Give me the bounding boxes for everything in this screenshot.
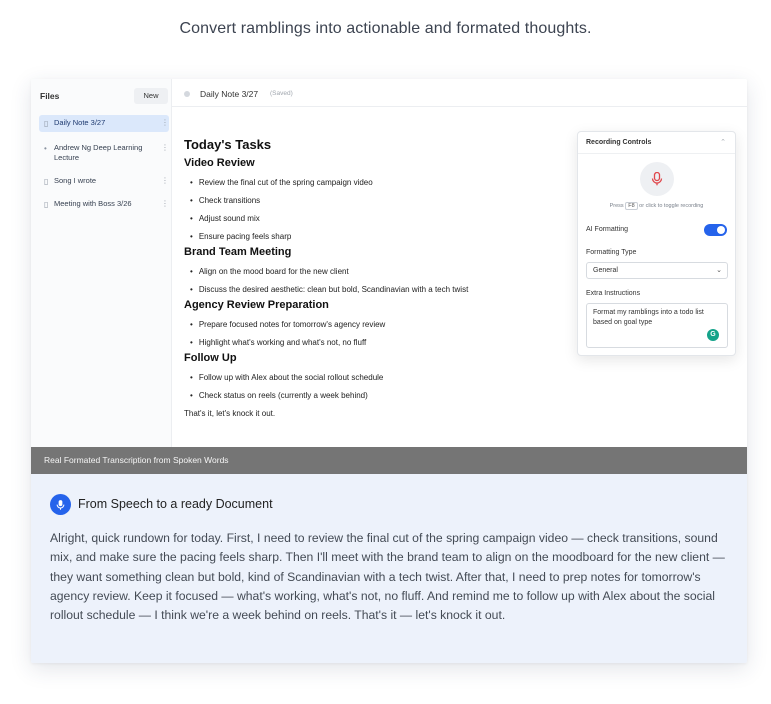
section-heading: Follow Up — [184, 352, 237, 364]
record-hint: Press F8 or click to toggle recording — [609, 202, 704, 210]
editor-tab-bar: Daily Note 3/27 (Saved) — [172, 79, 747, 107]
recording-controls-panel: Recording Controls ⌃ Press F8 or click t… — [577, 131, 736, 356]
files-heading: Files — [40, 91, 60, 101]
formatting-type-select[interactable]: General ⌄ — [586, 262, 728, 279]
list-item: Check transitions — [184, 192, 584, 210]
document-icon: ▯ — [44, 200, 49, 209]
file-label: Andrew Ng Deep Learning Lecture — [54, 143, 143, 162]
tab-daily-note[interactable]: Daily Note 3/27 — [200, 89, 258, 99]
chevron-down-icon: ⌄ — [716, 267, 722, 274]
list-item: Follow up with Alex about the social rol… — [184, 369, 584, 387]
list-item: Review the final cut of the spring campa… — [184, 174, 584, 192]
file-label: Song I wrote — [54, 176, 97, 185]
shortcut-key: F8 — [625, 202, 638, 210]
list-item: Ensure pacing feels sharp — [184, 228, 584, 246]
tab-status-dot — [184, 91, 190, 97]
section-heading: Video Review — [184, 157, 255, 169]
app-window: Files New ▯ Daily Note 3/27 ⋮ • Andrew N… — [31, 79, 747, 447]
document-body[interactable]: Today's Tasks Video Review Review the fi… — [184, 137, 584, 421]
section-heading: Agency Review Preparation — [184, 299, 329, 311]
files-sidebar: Files New ▯ Daily Note 3/27 ⋮ • Andrew N… — [31, 79, 172, 447]
transcript-section: From Speech to a ready Document Alright,… — [31, 474, 747, 663]
formatting-type-label: Formatting Type — [586, 249, 637, 256]
dot-icon: • — [44, 144, 47, 153]
file-label: Meeting with Boss 3/26 — [54, 199, 132, 208]
file-label: Daily Note 3/27 — [54, 118, 106, 127]
demo-card: Files New ▯ Daily Note 3/27 ⋮ • Andrew N… — [31, 79, 747, 663]
record-button[interactable] — [640, 162, 674, 196]
ai-formatting-toggle[interactable] — [704, 224, 727, 236]
more-options-icon[interactable]: ⋮ — [161, 176, 169, 186]
list-item: Prepare focused notes for tomorrow's age… — [184, 316, 584, 334]
list-item: Discuss the desired aesthetic: clean but… — [184, 281, 584, 299]
save-status: (Saved) — [270, 90, 293, 97]
formatting-type-value: General — [593, 267, 618, 274]
file-item-meeting-with-boss[interactable]: ▯ Meeting with Boss 3/26 ⋮ — [39, 199, 169, 210]
transcript-body: Alright, quick rundown for today. First,… — [50, 531, 725, 623]
recording-controls-header[interactable]: Recording Controls ⌃ — [578, 132, 735, 154]
grammarly-icon[interactable]: G — [707, 329, 719, 341]
file-item-song[interactable]: ▯ Song I wrote ⋮ — [39, 176, 169, 187]
list-item: Check status on reels (currently a week … — [184, 387, 584, 405]
page-headline: Convert ramblings into actionable and fo… — [179, 20, 592, 37]
more-options-icon[interactable]: ⋮ — [161, 118, 169, 128]
list-item: Align on the mood board for the new clie… — [184, 263, 584, 281]
more-options-icon[interactable]: ⋮ — [161, 143, 169, 153]
doc-closing-line: That's it, let's knock it out. — [184, 409, 276, 418]
microphone-icon — [56, 499, 65, 510]
list-item: Highlight what's working and what's not,… — [184, 334, 584, 352]
extra-instructions-label: Extra Instructions — [586, 290, 641, 297]
transcript-title: From Speech to a ready Document — [78, 497, 273, 511]
doc-title: Today's Tasks — [184, 137, 272, 152]
more-options-icon[interactable]: ⋮ — [161, 199, 169, 209]
new-file-button[interactable]: New — [134, 88, 168, 104]
extra-instructions-text: Format my ramblings into a todo list bas… — [593, 309, 704, 326]
file-item-andrew-ng-lecture[interactable]: • Andrew Ng Deep Learning Lecture ⋮ — [39, 143, 169, 163]
extra-instructions-textarea[interactable]: Format my ramblings into a todo list bas… — [586, 303, 728, 348]
document-icon: ▯ — [44, 119, 49, 128]
recording-controls-title: Recording Controls — [586, 139, 652, 146]
microphone-icon — [651, 172, 663, 186]
section-heading: Brand Team Meeting — [184, 246, 292, 258]
collapse-chevron-icon[interactable]: ⌃ — [720, 138, 726, 146]
transcript-mic-badge — [50, 494, 71, 515]
caption-bar: Real Formated Transcription from Spoken … — [31, 447, 747, 474]
document-icon: ▯ — [44, 177, 49, 186]
list-item: Adjust sound mix — [184, 210, 584, 228]
file-item-daily-note[interactable]: ▯ Daily Note 3/27 ⋮ — [39, 115, 169, 132]
ai-formatting-label: AI Formatting — [586, 226, 629, 233]
